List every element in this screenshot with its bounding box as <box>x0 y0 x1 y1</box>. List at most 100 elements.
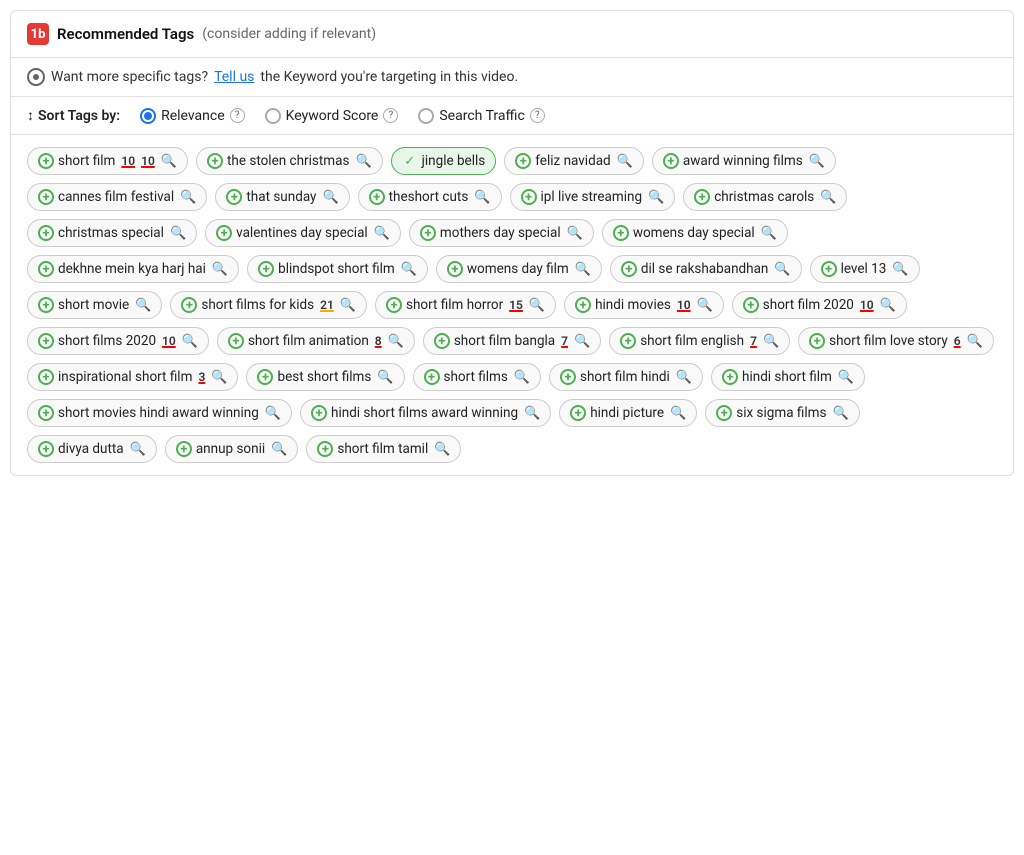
tag-search-icon[interactable]: 🔍 <box>377 370 393 385</box>
plus-icon[interactable]: + <box>38 225 54 241</box>
tag-chip-mothers_day_special[interactable]: +mothers day special🔍 <box>409 219 594 247</box>
tag-search-icon[interactable]: 🔍 <box>401 262 417 277</box>
plus-icon[interactable]: + <box>821 261 837 277</box>
tag-search-icon[interactable]: 🔍 <box>170 226 186 241</box>
tag-search-icon[interactable]: 🔍 <box>809 154 825 169</box>
tag-search-icon[interactable]: 🔍 <box>130 442 146 457</box>
plus-icon[interactable]: + <box>317 441 333 457</box>
plus-icon[interactable]: + <box>38 333 54 349</box>
tag-search-icon[interactable]: 🔍 <box>761 226 777 241</box>
tag-chip-that_sunday[interactable]: +that sunday🔍 <box>215 183 349 211</box>
tag-chip-dil_se_rakshabandhan[interactable]: +dil se rakshabandhan🔍 <box>610 255 802 283</box>
tag-search-icon[interactable]: 🔍 <box>180 190 196 205</box>
tag-chip-short_film_hindi[interactable]: +short film hindi🔍 <box>549 363 703 391</box>
plus-icon[interactable]: + <box>38 297 54 313</box>
plus-icon[interactable]: + <box>663 153 679 169</box>
plus-icon[interactable]: + <box>716 405 732 421</box>
tag-search-icon[interactable]: 🔍 <box>388 334 404 349</box>
plus-icon[interactable]: + <box>369 189 385 205</box>
tag-chip-short_film_tamil[interactable]: +short film tamil🔍 <box>306 435 461 463</box>
tag-search-icon[interactable]: 🔍 <box>617 154 633 169</box>
tag-chip-short_films_2020[interactable]: +short films 202010🔍 <box>27 327 209 355</box>
plus-icon[interactable]: + <box>809 333 825 349</box>
plus-icon[interactable]: + <box>311 405 327 421</box>
tag-chip-hindi_picture[interactable]: +hindi picture🔍 <box>559 399 697 427</box>
keyword-score-help-icon[interactable]: ? <box>383 108 398 123</box>
tag-search-icon[interactable]: 🔍 <box>676 370 692 385</box>
plus-icon[interactable]: + <box>743 297 759 313</box>
tag-search-icon[interactable]: 🔍 <box>135 298 151 313</box>
plus-icon[interactable]: + <box>38 261 54 277</box>
tag-chip-jingle_bells[interactable]: ✓jingle bells <box>391 147 497 175</box>
tag-chip-short_film_horror[interactable]: +short film horror15🔍 <box>375 291 556 319</box>
tag-chip-feliz_navidad[interactable]: +feliz navidad🔍 <box>504 147 644 175</box>
tag-search-icon[interactable]: 🔍 <box>567 226 583 241</box>
tag-search-icon[interactable]: 🔍 <box>892 262 908 277</box>
tag-chip-divya_dutta[interactable]: +divya dutta🔍 <box>27 435 157 463</box>
plus-icon[interactable]: + <box>257 369 273 385</box>
tag-chip-theshort_cuts[interactable]: +theshort cuts🔍 <box>358 183 502 211</box>
tag-chip-six_sigma_films[interactable]: +six sigma films🔍 <box>705 399 859 427</box>
plus-icon[interactable]: + <box>434 333 450 349</box>
plus-icon[interactable]: + <box>258 261 274 277</box>
tag-search-icon[interactable]: 🔍 <box>355 154 371 169</box>
sort-relevance-option[interactable]: Relevance ? <box>140 108 245 124</box>
tag-chip-dekhne_mein[interactable]: +dekhne mein kya harj hai🔍 <box>27 255 239 283</box>
tag-search-icon[interactable]: 🔍 <box>574 334 590 349</box>
tag-chip-short_movies_hindi_award[interactable]: +short movies hindi award winning🔍 <box>27 399 292 427</box>
keyword-score-radio[interactable] <box>265 108 281 124</box>
search-traffic-help-icon[interactable]: ? <box>530 108 545 123</box>
tag-chip-hindi_short_films_award[interactable]: +hindi short films award winning🔍 <box>300 399 551 427</box>
tag-search-icon[interactable]: 🔍 <box>212 262 228 277</box>
tag-chip-christmas_carols[interactable]: +christmas carols🔍 <box>683 183 847 211</box>
tag-chip-christmas_special[interactable]: +christmas special🔍 <box>27 219 197 247</box>
tag-search-icon[interactable]: 🔍 <box>697 298 713 313</box>
plus-icon[interactable]: + <box>176 441 192 457</box>
tag-search-icon[interactable]: 🔍 <box>182 334 198 349</box>
plus-icon[interactable]: + <box>38 441 54 457</box>
tag-chip-short_film_bangla[interactable]: +short film bangla7🔍 <box>423 327 601 355</box>
tag-chip-inspirational_short_film[interactable]: +inspirational short film3🔍 <box>27 363 238 391</box>
plus-icon[interactable]: + <box>216 225 232 241</box>
tag-search-icon[interactable]: 🔍 <box>648 190 664 205</box>
tag-search-icon[interactable]: 🔍 <box>271 442 287 457</box>
plus-icon[interactable]: + <box>181 297 197 313</box>
plus-icon[interactable]: + <box>621 261 637 277</box>
tag-chip-valentines_day_special[interactable]: +valentines day special🔍 <box>205 219 401 247</box>
tag-chip-level_13[interactable]: +level 13🔍 <box>810 255 920 283</box>
tag-chip-womens_day_special[interactable]: +womens day special🔍 <box>602 219 788 247</box>
tag-chip-cannes_film_festival[interactable]: +cannes film festival🔍 <box>27 183 207 211</box>
tell-us-link[interactable]: Tell us <box>214 69 254 85</box>
tag-chip-best_short_films[interactable]: +best short films🔍 <box>246 363 404 391</box>
tag-search-icon[interactable]: 🔍 <box>524 406 540 421</box>
plus-icon[interactable]: + <box>575 297 591 313</box>
tag-chip-ipl_live_streaming[interactable]: +ipl live streaming🔍 <box>510 183 676 211</box>
tag-chip-the_stolen_christmas[interactable]: +the stolen christmas🔍 <box>196 147 383 175</box>
tag-chip-short_movie[interactable]: +short movie🔍 <box>27 291 162 319</box>
tag-search-icon[interactable]: 🔍 <box>880 298 896 313</box>
tag-chip-short_film[interactable]: +short film1010🔍 <box>27 147 188 175</box>
tag-chip-hindi_movies[interactable]: +hindi movies10🔍 <box>564 291 724 319</box>
tag-search-icon[interactable]: 🔍 <box>529 298 545 313</box>
tag-chip-hindi_short_film[interactable]: +hindi short film🔍 <box>711 363 865 391</box>
tag-search-icon[interactable]: 🔍 <box>575 262 591 277</box>
tag-search-icon[interactable]: 🔍 <box>820 190 836 205</box>
plus-icon[interactable]: + <box>207 153 223 169</box>
plus-icon[interactable]: + <box>694 189 710 205</box>
plus-icon[interactable]: + <box>570 405 586 421</box>
sort-keyword-score-option[interactable]: Keyword Score ? <box>265 108 399 124</box>
plus-icon[interactable]: + <box>38 189 54 205</box>
tag-search-icon[interactable]: 🔍 <box>211 370 227 385</box>
tag-chip-short_films[interactable]: +short films🔍 <box>413 363 542 391</box>
tag-chip-womens_day_film[interactable]: +womens day film🔍 <box>436 255 602 283</box>
plus-icon[interactable]: + <box>447 261 463 277</box>
relevance-radio[interactable] <box>140 108 156 124</box>
plus-icon[interactable]: + <box>226 189 242 205</box>
tag-search-icon[interactable]: 🔍 <box>838 370 854 385</box>
plus-icon[interactable]: + <box>228 333 244 349</box>
plus-icon[interactable]: + <box>38 153 54 169</box>
tag-search-icon[interactable]: 🔍 <box>763 334 779 349</box>
plus-icon[interactable]: + <box>560 369 576 385</box>
tag-chip-short_film_english[interactable]: +short film english7🔍 <box>609 327 790 355</box>
plus-icon[interactable]: + <box>515 153 531 169</box>
